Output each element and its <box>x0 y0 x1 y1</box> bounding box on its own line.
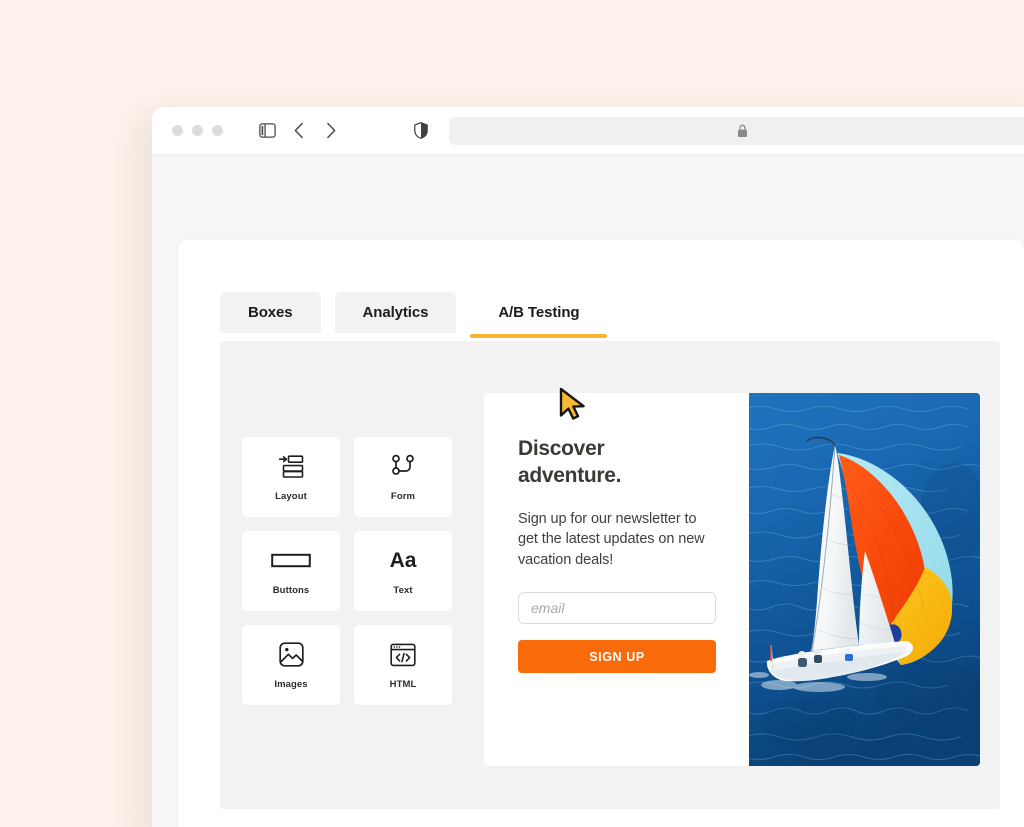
traffic-lights <box>172 125 223 136</box>
widget-label-form: Form <box>390 490 416 502</box>
widget-label-buttons: Buttons <box>272 584 310 596</box>
chevron-left-icon[interactable] <box>285 117 313 145</box>
shield-icon[interactable] <box>407 117 435 145</box>
widget-tile-form[interactable]: Form <box>354 437 452 517</box>
tab-ab-testing-label: A/B Testing <box>498 304 580 321</box>
widget-tile-images[interactable]: Images <box>242 625 340 705</box>
tab-analytics-label: Analytics <box>362 304 429 321</box>
widget-label-text: Text <box>393 584 413 596</box>
image-icon <box>278 641 304 669</box>
button-rectangle-icon <box>271 547 311 575</box>
newsletter-promo-card: Discover adventure. Sign up for our news… <box>484 393 980 766</box>
widget-label-images: Images <box>274 678 308 690</box>
widget-tile-buttons[interactable]: Buttons <box>242 531 340 611</box>
email-input[interactable] <box>518 592 716 625</box>
close-window-button[interactable] <box>172 125 183 136</box>
browser-window: Boxes Analytics A/B Testing Layout Form … <box>152 107 1024 827</box>
widget-label-layout: Layout <box>275 490 307 502</box>
editor-work-panel: Layout Form Buttons Aa Text Images HTML … <box>220 341 1000 809</box>
tab-ab-testing[interactable]: A/B Testing <box>470 292 608 338</box>
chevron-right-icon[interactable] <box>317 117 345 145</box>
form-branch-icon <box>391 453 415 481</box>
sailboat-photo <box>749 393 980 766</box>
code-window-icon <box>390 641 416 669</box>
browser-titlebar <box>152 107 1024 155</box>
layout-icon <box>278 453 304 481</box>
browser-viewport: Boxes Analytics A/B Testing Layout Form … <box>152 155 1024 827</box>
widget-tile-layout[interactable]: Layout <box>242 437 340 517</box>
text-aa-icon: Aa <box>390 547 417 575</box>
widget-label-html: HTML <box>389 678 417 690</box>
signup-button[interactable]: SIGN UP <box>518 640 716 674</box>
maximize-window-button[interactable] <box>212 125 223 136</box>
widget-tile-text[interactable]: Aa Text <box>354 531 452 611</box>
minimize-window-button[interactable] <box>192 125 203 136</box>
tab-analytics[interactable]: Analytics <box>334 292 457 333</box>
browser-nav-group <box>253 117 345 145</box>
page-content-card: Boxes Analytics A/B Testing Layout Form … <box>178 240 1024 827</box>
lock-icon <box>737 124 748 143</box>
tab-boxes[interactable]: Boxes <box>220 292 321 333</box>
tab-bar: Boxes Analytics A/B Testing <box>220 292 608 338</box>
widget-tile-html[interactable]: HTML <box>354 625 452 705</box>
widget-palette: Layout Form Buttons Aa Text Images HTML <box>242 437 452 705</box>
tab-boxes-label: Boxes <box>248 304 293 321</box>
promo-headline: Discover adventure. <box>518 437 622 488</box>
text-aa-glyph: Aa <box>389 549 417 572</box>
promo-body-text: Sign up for our newsletter to get the la… <box>518 510 705 568</box>
address-bar[interactable] <box>449 116 1024 145</box>
sidebar-icon[interactable] <box>253 117 281 145</box>
promo-text-column: Discover adventure. Sign up for our news… <box>484 393 749 766</box>
